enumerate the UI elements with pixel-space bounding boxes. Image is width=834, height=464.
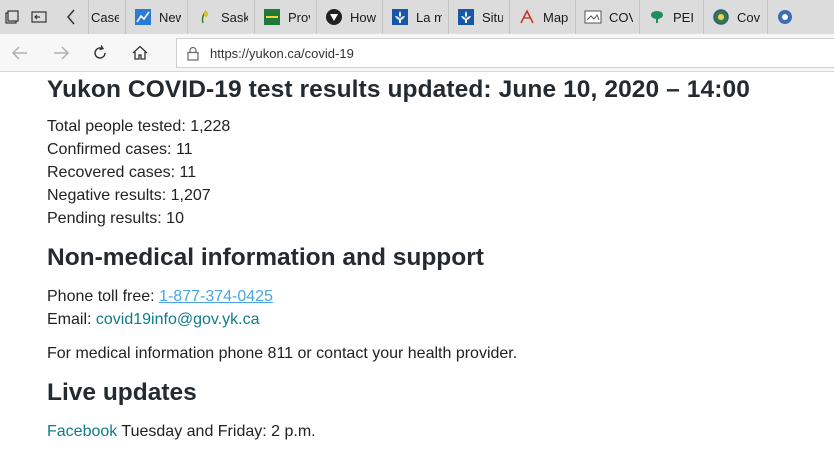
browser-tab[interactable]: New [126,0,188,34]
browser-tab[interactable]: PEI ( [640,0,704,34]
browser-tab[interactable]: Sask [188,0,255,34]
facebook-link[interactable]: Facebook [47,423,117,440]
wheat-icon [196,8,214,26]
fleur-de-lis-icon [391,8,409,26]
stat-negative: Negative results: 1,207 [47,187,211,204]
address-bar: https://yukon.ca/covid-19 [0,34,834,72]
live-schedule: Tuesday and Friday: 2 p.m. [117,423,316,440]
tab-label: La m [416,9,442,25]
tab-label: Cov [737,9,761,25]
lock-icon[interactable] [186,45,200,61]
map-icon [518,8,536,26]
email-label: Email: [47,311,96,328]
browser-tab[interactable]: COV [576,0,640,34]
browser-tab[interactable] [768,0,808,34]
flag-icon [263,8,281,26]
page-title: Yukon COVID-19 test results updated: Jun… [47,76,750,103]
browser-tab[interactable]: How [317,0,383,34]
stat-confirmed: Confirmed cases: 11 [47,141,193,158]
scroll-tabs-left-icon[interactable] [54,0,88,34]
tab-actions-icon[interactable] [0,0,24,34]
tab-label: Prov [288,9,310,25]
tab-label: How [350,9,376,25]
medical-note: For medical information phone 811 or con… [47,345,518,362]
tab-label: COV [609,9,633,25]
tab-bar: Case New Sask Prov How La m Situ [0,0,834,34]
section-heading-nonmedical: Non-medical information and support [47,244,484,271]
tab-label: Case [91,9,119,25]
forward-icon[interactable] [51,43,71,63]
phone-label: Phone toll free: [47,288,160,305]
url-input[interactable]: https://yukon.ca/covid-19 [176,38,834,68]
browser-tab[interactable]: Situ [449,0,510,34]
phone-line: Phone toll free: 1-877-374-0425 [47,288,273,306]
shield-icon [325,8,343,26]
tab-label: Map [543,9,569,25]
refresh-icon[interactable] [90,43,110,63]
chart-icon [134,8,152,26]
browser-tab[interactable]: La m [383,0,449,34]
live-updates-line: Facebook Tuesday and Friday: 2 p.m. [47,423,316,441]
partial-icon [776,8,794,26]
tabs-aside-icon[interactable] [24,0,54,34]
browser-tab[interactable]: Prov [255,0,317,34]
stat-recovered: Recovered cases: 11 [47,164,197,181]
browser-tab[interactable]: Cov [704,0,768,34]
email-line: Email: covid19info@gov.yk.ca [47,311,260,329]
email-link[interactable]: covid19info@gov.yk.ca [96,311,260,328]
tab-label: Situ [482,9,503,25]
stat-pending: Pending results: 10 [47,210,184,227]
stat-total-tested: Total people tested: 1,228 [47,118,231,135]
browser-tab[interactable]: Case [88,0,126,34]
pei-icon [648,8,666,26]
back-icon[interactable] [10,43,30,63]
fleur-de-lis-icon [457,8,475,26]
section-heading-live-updates: Live updates [47,379,197,406]
globe-icon [712,8,730,26]
tab-label: New [159,9,181,25]
url-text: https://yukon.ca/covid-19 [210,45,354,61]
tab-label: Sask [221,9,248,25]
tab-label: PEI ( [673,9,697,25]
browser-tab[interactable]: Map [510,0,576,34]
home-icon[interactable] [130,43,150,63]
image-icon [584,8,602,26]
phone-link[interactable]: 1-877-374-0425 [159,288,273,305]
